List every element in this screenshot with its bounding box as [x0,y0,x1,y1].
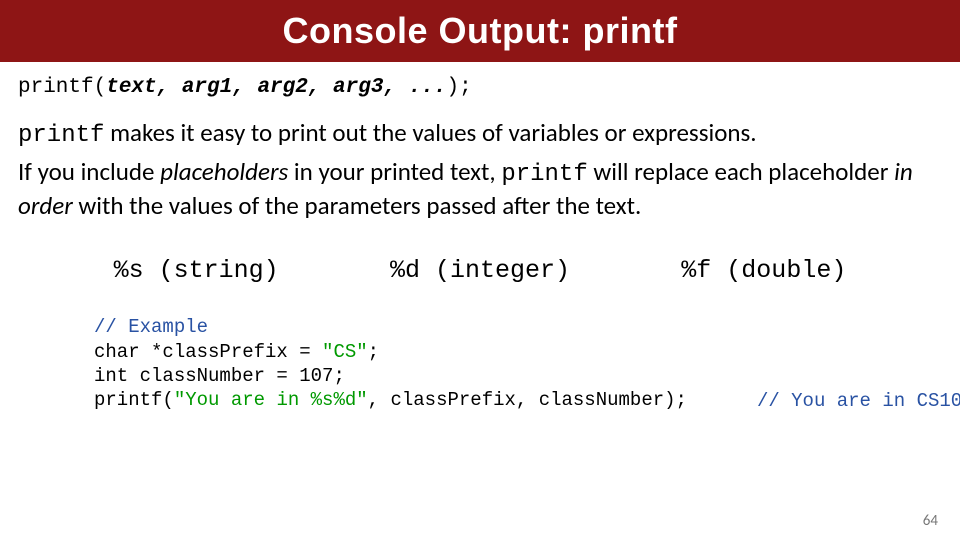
signature-tail: ); [446,76,471,99]
example-code: // Example char *classPrefix = "CS"; int… [94,315,687,412]
example-block: // Example char *classPrefix = "CS"; int… [94,315,942,412]
title-bar: Console Output: printf [0,0,960,62]
signature-args: text, arg1, arg2, arg3, ... [106,76,446,99]
placeholder-double: %f (double) [681,256,846,285]
code-line-2c: ; [368,341,379,363]
paragraph-2: If you include placeholders in your prin… [18,156,942,223]
slide: Console Output: printf printf(text, arg1… [0,0,960,540]
para2-printf: printf [501,161,587,188]
para2-t7: with the values of the parameters passed… [73,190,642,221]
code-line-4c: , classPrefix, classNumber); [368,389,687,411]
code-comment: // Example [94,316,208,338]
page-number: 64 [923,512,938,530]
para2-t1: If you include [18,156,160,187]
paragraph-1: printf makes it easy to print out the va… [18,117,942,152]
code-line-2a: char *classPrefix = [94,341,322,363]
example-output: // You are in CS107 [757,390,960,413]
slide-title: Console Output: printf [283,10,678,52]
placeholder-integer: %d (integer) [390,256,570,285]
code-line-4b: "You are in %s%d" [174,389,368,411]
code-line-3: int classNumber = 107; [94,365,345,387]
slide-content: printf(text, arg1, arg2, arg3, ...); pri… [0,62,960,413]
para1-text: makes it easy to print out the values of… [104,117,756,148]
signature-fn: printf( [18,76,106,99]
para2-t3: in your printed text, [288,156,501,187]
printf-signature: printf(text, arg1, arg2, arg3, ...); [18,76,942,99]
code-line-4a: printf( [94,389,174,411]
para2-t5: will replace each placeholder [588,156,894,187]
code-line-2b: "CS" [322,341,368,363]
placeholder-string: %s (string) [114,256,279,285]
para1-mono: printf [18,122,104,149]
placeholders-row: %s (string) %d (integer) %f (double) [58,256,902,285]
para2-placeholders: placeholders [160,156,288,187]
